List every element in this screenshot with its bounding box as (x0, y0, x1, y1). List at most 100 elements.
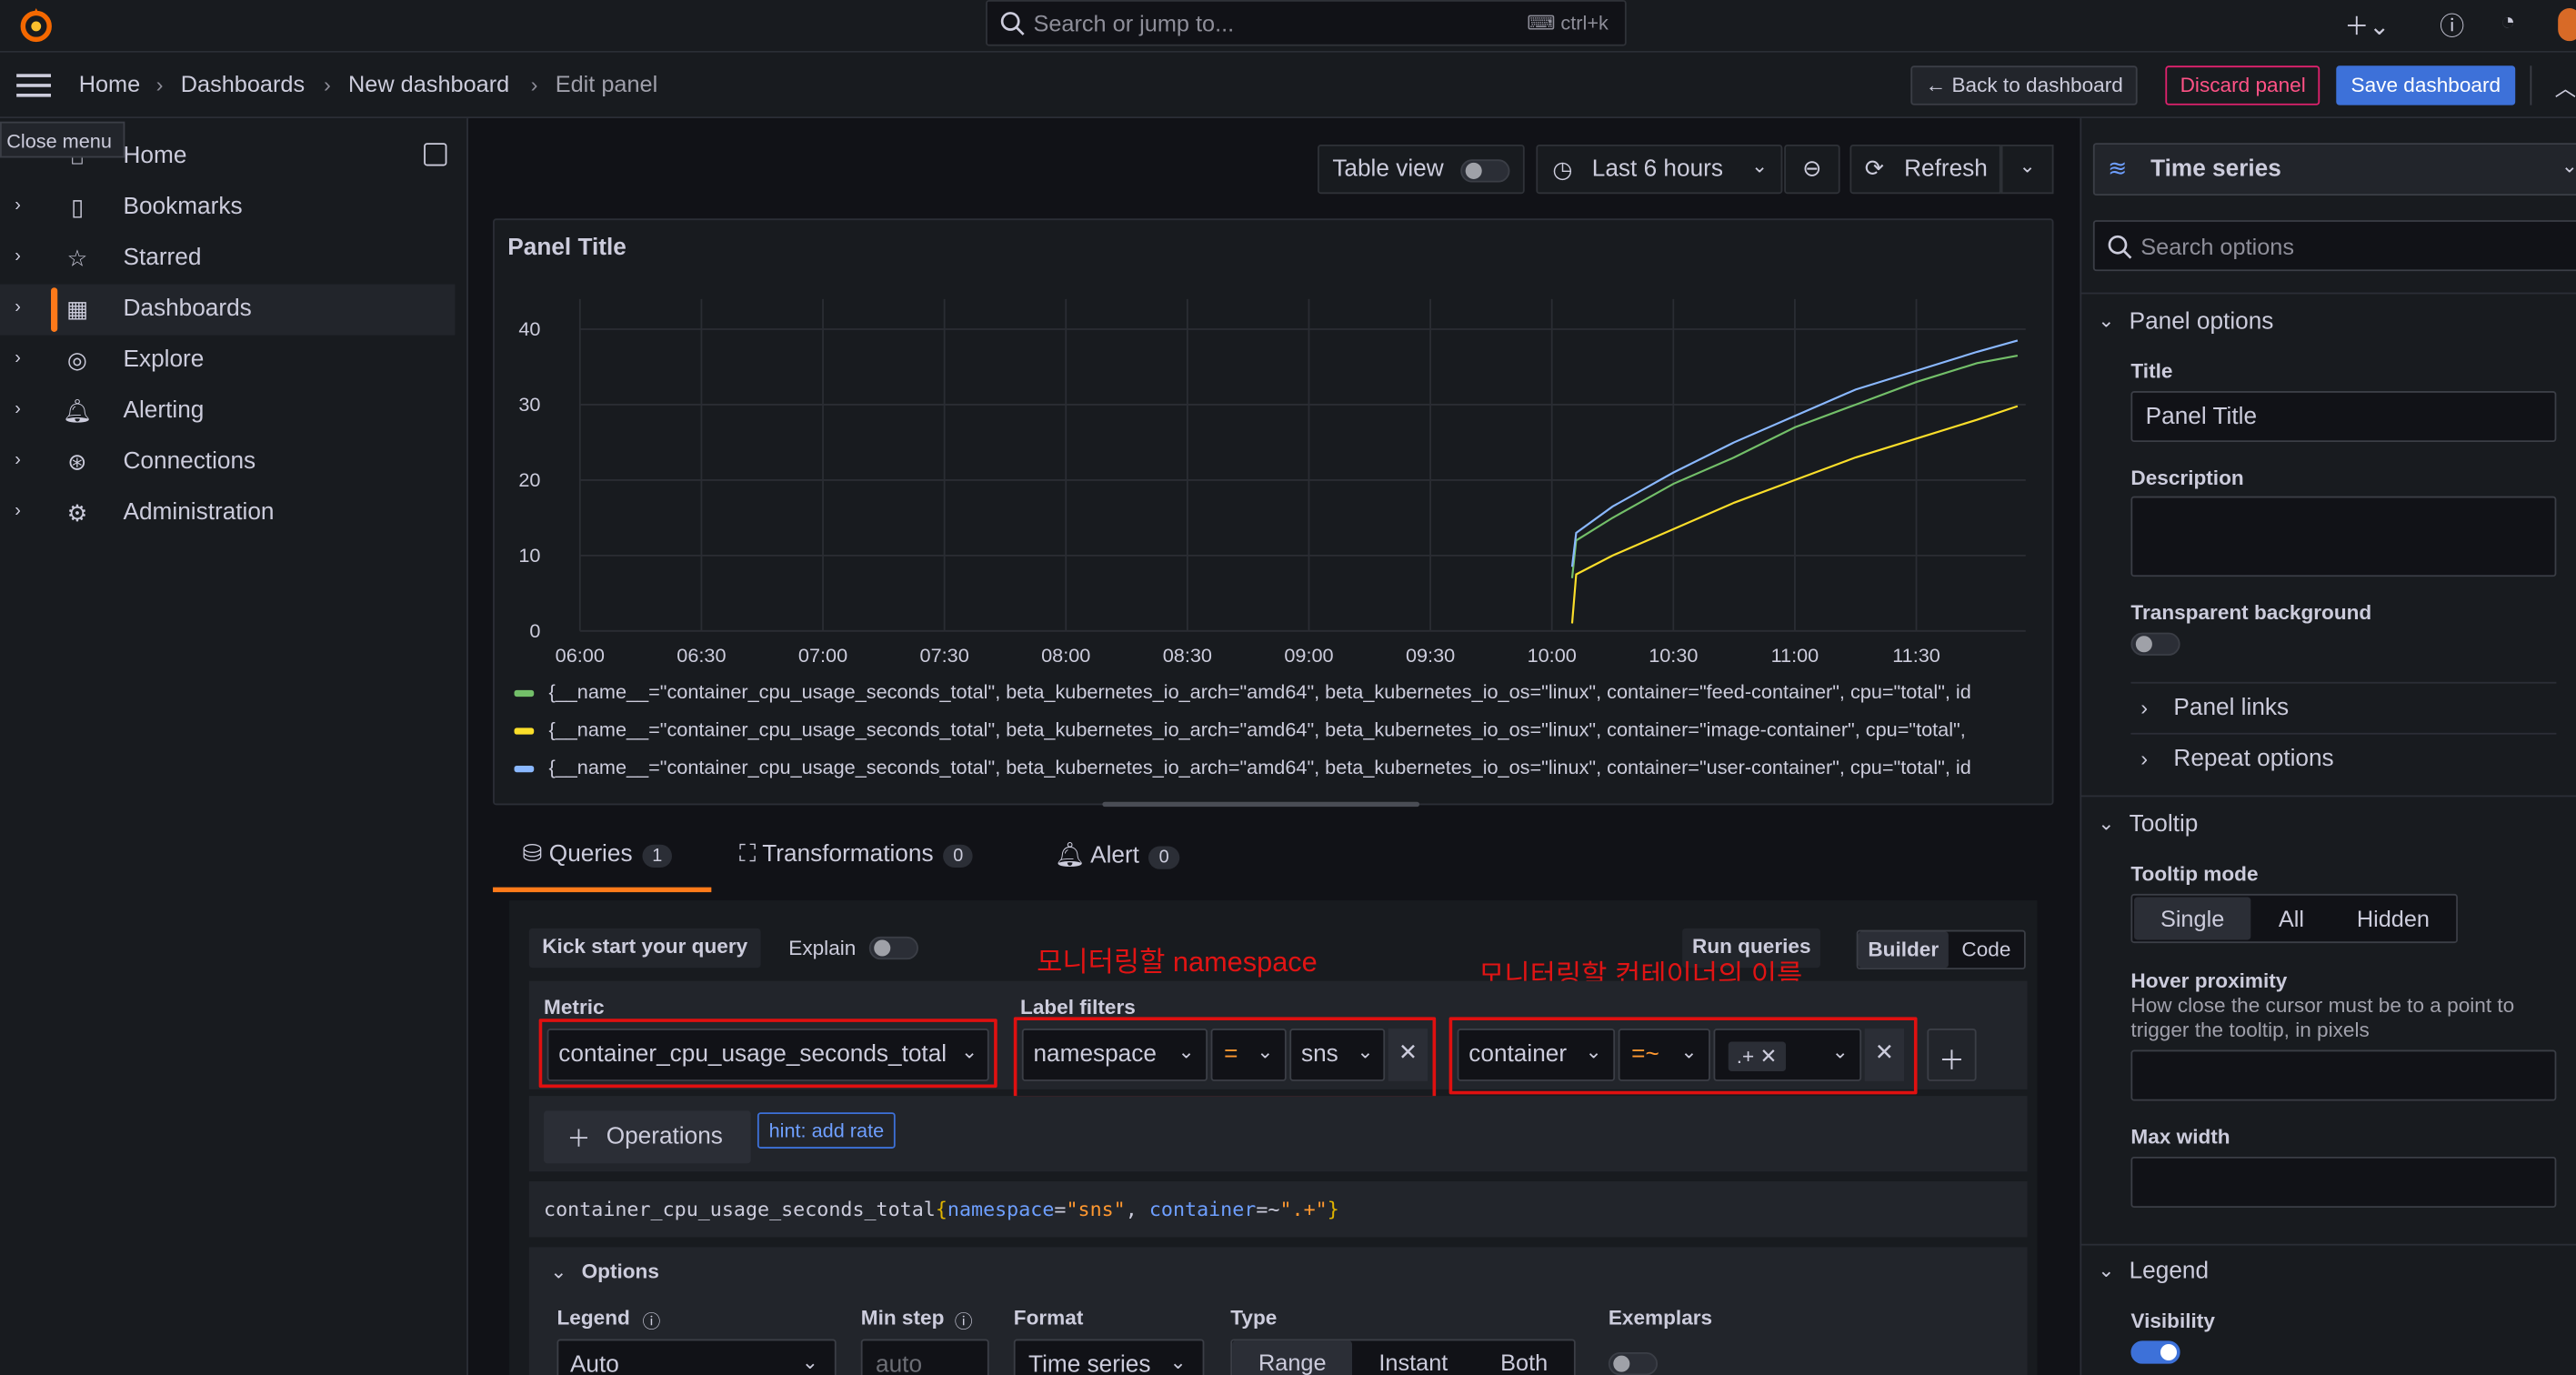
format-select[interactable]: Time series ⌄ (1013, 1339, 1205, 1375)
label-operator-value: = (1224, 1041, 1238, 1069)
refresh-interval-dropdown[interactable]: ⌄ (2000, 144, 2054, 195)
max-width-input[interactable] (2130, 1156, 2557, 1208)
add-filter-button[interactable]: ＋ (1927, 1029, 1977, 1081)
type-option-range[interactable]: Range (1232, 1340, 1353, 1375)
legend-select[interactable]: Auto ⌄ (556, 1339, 837, 1375)
chevron-right-icon[interactable]: › (15, 246, 21, 266)
type-option-instant[interactable]: Instant (1352, 1340, 1474, 1375)
refresh-button[interactable]: ⟳ Refresh (1849, 144, 2001, 195)
label-value-select[interactable]: sns ⌄ (1289, 1029, 1386, 1081)
sidebar-item-administration[interactable]: › ⚙ Administration (0, 488, 455, 539)
label-key-value: container (1468, 1041, 1568, 1069)
exemplars-switch[interactable] (1608, 1351, 1659, 1375)
title-input[interactable]: Panel Title (2130, 391, 2557, 443)
tab-transformations[interactable]: ⛶ Transformations 0 (739, 841, 974, 868)
y-tick-label: 30 (518, 393, 540, 416)
options-toggle[interactable]: Options (582, 1260, 659, 1283)
visibility-switch[interactable] (2130, 1340, 2180, 1364)
table-view-toggle[interactable]: Table view (1318, 144, 1525, 195)
panel-links-section[interactable]: Panel links (2173, 695, 2289, 721)
description-textarea[interactable] (2130, 496, 2557, 577)
operations-button[interactable]: ＋ Operations (544, 1110, 751, 1164)
kick-start-query-button[interactable]: Kick start your query (528, 928, 761, 969)
chevron-right-icon[interactable]: › (15, 196, 21, 216)
panel-resize-handle[interactable] (1102, 801, 1420, 808)
chevron-down-icon[interactable]: ⌄ (2098, 1259, 2114, 1281)
tab-queries[interactable]: ⛁ Queries 1 (523, 841, 673, 868)
tab-alert[interactable]: 🔔︎ Alert 0 (1055, 841, 1179, 869)
breadcrumb-dashboards[interactable]: Dashboards (181, 71, 305, 97)
search-input[interactable]: Search or jump to... ⌨ ctrl+k (986, 0, 1627, 46)
legend-swatch (514, 728, 535, 735)
legend-section[interactable]: Legend (2130, 1259, 2209, 1285)
table-view-switch[interactable] (1460, 159, 1510, 183)
chevron-right-icon[interactable]: › (2140, 746, 2148, 770)
chevron-right-icon[interactable]: › (15, 501, 21, 521)
search-options-input[interactable]: Search options (2092, 220, 2576, 272)
breadcrumb-new-dashboard[interactable]: New dashboard (348, 71, 509, 97)
database-icon: ⛁ (522, 841, 543, 868)
description-label: Description (2130, 467, 2244, 490)
discard-panel-button[interactable]: Discard panel (2165, 65, 2320, 105)
sidebar-item-dashboards[interactable]: › ▦ Dashboards (0, 284, 456, 336)
y-tick-label: 40 (518, 317, 540, 340)
label-operator-select[interactable]: =~ ⌄ (1618, 1029, 1710, 1081)
code-label-value: ".+" (1279, 1198, 1328, 1221)
tooltip-mode-single[interactable]: Single (2134, 897, 2251, 940)
grafana-logo-icon[interactable] (16, 5, 55, 44)
tooltip-mode-radio[interactable]: Single All Hidden (2130, 893, 2458, 944)
sidebar-item-bookmarks[interactable]: › ▯ Bookmarks (0, 183, 455, 234)
y-tick-label: 20 (518, 468, 540, 491)
min-step-placeholder: auto (876, 1351, 923, 1375)
plus-icon[interactable]: ＋⌄ (2344, 8, 2390, 43)
sidebar-item-alerting[interactable]: › 🔔︎ Alerting (0, 386, 455, 437)
chevron-down-icon[interactable]: ⌄ (550, 1260, 566, 1283)
breadcrumb-home[interactable]: Home (79, 71, 141, 97)
code-label-value: "sns" (1066, 1198, 1126, 1221)
tooltip-mode-all[interactable]: All (2252, 898, 2330, 940)
hint-add-rate-button[interactable]: hint: add rate (757, 1112, 896, 1149)
label-key-select[interactable]: namespace ⌄ (1021, 1029, 1208, 1081)
builder-code-switch[interactable]: Builder Code (1856, 929, 2026, 970)
tooltip-section[interactable]: Tooltip (2130, 812, 2199, 838)
transparent-switch[interactable] (2130, 632, 2180, 656)
label-value-select[interactable]: .+ ✕ ⌄ (1713, 1029, 1862, 1081)
explain-switch[interactable] (868, 936, 919, 960)
chevron-right-icon[interactable]: › (15, 450, 21, 470)
builder-option[interactable]: Builder (1858, 931, 1949, 969)
tooltip-mode-hidden[interactable]: Hidden (2330, 898, 2456, 940)
time-range-picker[interactable]: ◷ Last 6 hours ⌄ (1536, 144, 1783, 195)
chevron-right-icon[interactable]: › (15, 348, 21, 368)
zoom-out-button[interactable]: ⊖ (1784, 144, 1840, 195)
rss-icon[interactable]: ◔ (2501, 8, 2515, 36)
save-dashboard-button[interactable]: Save dashboard (2336, 65, 2516, 105)
label-key-select[interactable]: container ⌄ (1457, 1029, 1616, 1081)
help-icon[interactable]: ⓘ (2440, 8, 2464, 43)
chevron-right-icon[interactable]: › (15, 399, 21, 419)
chevron-right-icon: › (155, 72, 164, 97)
hover-proximity-description: How close the cursor must be to a point … (2130, 994, 2515, 1042)
chevron-right-icon[interactable]: › (2140, 695, 2148, 719)
type-option-both[interactable]: Both (1474, 1340, 1574, 1375)
type-radio-group[interactable]: Range Instant Both (1230, 1339, 1576, 1375)
remove-filter-button[interactable]: ✕ (1388, 1029, 1428, 1081)
sidebar-item-connections[interactable]: › ⊛ Connections (0, 437, 455, 488)
panel-options-section[interactable]: Panel options (2130, 309, 2274, 336)
menu-icon[interactable] (16, 72, 53, 98)
hover-proximity-input[interactable] (2130, 1049, 2557, 1101)
chevron-down-icon[interactable]: ⌄ (2098, 812, 2114, 835)
visualization-picker[interactable]: ≋ Time series ⌄ (2092, 143, 2576, 196)
metric-select[interactable]: container_cpu_usage_seconds_total ⌄ (546, 1029, 989, 1081)
sidebar-item-explore[interactable]: › ◎ Explore (0, 336, 455, 386)
chevron-up-icon[interactable]: ︿ (2555, 71, 2576, 102)
min-step-input[interactable]: auto (860, 1339, 989, 1375)
sidebar-item-starred[interactable]: › ☆ Starred (0, 234, 455, 285)
chevron-right-icon[interactable]: › (15, 297, 21, 317)
back-to-dashboard-button[interactable]: ← Back to dashboard (1910, 65, 2139, 105)
label-operator-select[interactable]: = ⌄ (1210, 1029, 1287, 1081)
repeat-options-section[interactable]: Repeat options (2173, 746, 2333, 772)
code-option[interactable]: Code (1949, 931, 2024, 968)
chevron-down-icon[interactable]: ⌄ (2098, 309, 2114, 332)
avatar[interactable] (2558, 8, 2576, 42)
remove-filter-button[interactable]: ✕ (1864, 1029, 1905, 1081)
